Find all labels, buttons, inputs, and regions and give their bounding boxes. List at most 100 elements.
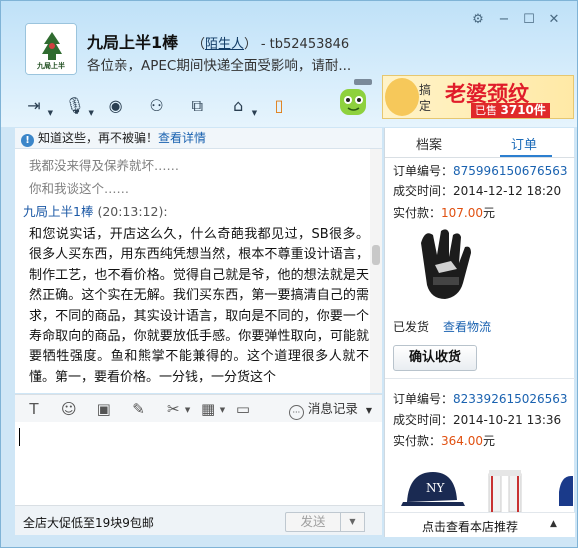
- contact-relation: （陌生人）: [192, 37, 257, 52]
- ad-sold-prefix: 已售: [475, 104, 497, 117]
- view-logistics-link[interactable]: 查看物流: [443, 318, 491, 335]
- order-time-row: 成交时间：2014-10-21 13:36: [393, 411, 561, 428]
- order-status: 已发货: [393, 320, 430, 334]
- notice-text: 知道这些，再不被骗！: [38, 131, 159, 145]
- order-number-label: 订单编号：: [393, 164, 454, 178]
- send-options-button[interactable]: ▼: [341, 512, 365, 532]
- mobile-button[interactable]: ▯: [266, 95, 292, 117]
- caret-up-icon: ▲: [550, 519, 557, 529]
- title-bar: 九局上半 九局上半1棒 （陌生人） - tb52453846 各位亲，APEC期…: [1, 1, 577, 127]
- robot-assistant-icon[interactable]: [334, 75, 374, 121]
- order-number-link[interactable]: 875996150676563: [453, 164, 568, 178]
- stranger-link[interactable]: 陌生人: [205, 37, 244, 52]
- emoji-button[interactable]: ☺: [58, 395, 80, 423]
- order-paid-row: 实付款：107.00元: [393, 204, 495, 221]
- order-time-label: 成交时间：: [393, 413, 454, 427]
- chat-scrollbar[interactable]: [370, 149, 382, 393]
- font-button[interactable]: T: [23, 395, 45, 423]
- ad-face-icon: [385, 78, 419, 116]
- order-number-label: 订单编号：: [393, 392, 454, 406]
- order-time: 2014-12-12 18:20: [453, 184, 562, 198]
- screenshot-button[interactable]: ✂ ▼: [162, 395, 190, 423]
- panel-tabs: 档案 订单: [385, 128, 575, 158]
- voice-button[interactable]: 🎙 ▼: [62, 95, 94, 117]
- shop-recommend-bar[interactable]: 点击查看本店推荐 ▲: [385, 512, 575, 537]
- minimize-icon[interactable]: −: [497, 13, 511, 27]
- video-button[interactable]: ◉: [103, 95, 129, 117]
- mobile-phone-icon: ▯: [274, 96, 284, 115]
- maximize-icon[interactable]: ☐: [522, 13, 536, 27]
- caret-down-icon: ▼: [184, 406, 191, 414]
- order-time-label: 成交时间：: [393, 184, 454, 198]
- screen-share-button[interactable]: ⧉: [184, 95, 210, 117]
- order-number-link[interactable]: 823392615026563: [453, 392, 568, 406]
- glove-product-image[interactable]: [393, 225, 563, 305]
- promo-text: 全店大促低至19块9包邮: [23, 516, 154, 530]
- open-paren: （: [191, 37, 205, 52]
- order-divider: [385, 378, 575, 379]
- settings-icon[interactable]: ⚙: [471, 13, 485, 27]
- order-time: 2014-10-21 13:36: [453, 413, 562, 427]
- caret-down-icon: ▼: [219, 406, 226, 414]
- input-toolbar: T ☺ ▣ ✎ ✂ ▼ ▦ ▼ ▭ ··· 消息记录 ▼: [15, 394, 382, 422]
- info-icon: !: [21, 134, 34, 147]
- avatar[interactable]: 九局上半: [25, 23, 77, 75]
- chat-toolbar: ⇥ ▼ 🎙 ▼ ◉ ⚇ ⧉ ⌂ ▼ ▯: [21, 95, 303, 119]
- svg-text:NY: NY: [426, 481, 446, 495]
- text-cursor: [19, 428, 20, 446]
- monitor-icon: ▭: [235, 400, 251, 418]
- transfer-file-button[interactable]: ⇥ ▼: [21, 95, 53, 117]
- order-paid-amount: 364.00: [441, 434, 484, 448]
- input-bottom-bar: 全店大促低至19块9包邮 发送 ▼: [15, 505, 382, 535]
- remote-assist-button[interactable]: ⌂ ▼: [225, 95, 257, 117]
- message-time: (20:13:12):: [97, 204, 168, 219]
- add-contact-button[interactable]: ⚇: [143, 95, 169, 117]
- edit-button[interactable]: ✎: [127, 395, 149, 423]
- image-button[interactable]: ▣: [93, 395, 115, 423]
- avatar-caption: 九局上半: [37, 62, 65, 70]
- caps-product-image[interactable]: NY: [393, 462, 573, 512]
- add-user-icon: ⚇: [149, 96, 164, 115]
- history-label: 消息记录: [307, 401, 358, 416]
- chat-window: 九局上半 九局上半1棒 （陌生人） - tb52453846 各位亲，APEC期…: [0, 0, 578, 548]
- font-icon: T: [29, 400, 39, 418]
- message-sender[interactable]: 九局上半1棒: [23, 204, 93, 219]
- robot-tool-icon: ⌂: [233, 96, 244, 115]
- caret-down-icon: ▼: [47, 109, 53, 117]
- message-header: 九局上半1棒 (20:13:12):: [23, 201, 168, 220]
- quick-phrase-button[interactable]: ▦ ▼: [197, 395, 225, 423]
- send-button[interactable]: 发送: [285, 512, 341, 532]
- ad-sold-badge: 已售 3710件: [471, 103, 550, 118]
- tab-archive[interactable]: 档案: [416, 134, 442, 153]
- ad-tagline: 搞定: [419, 83, 432, 113]
- ad-banner[interactable]: 搞定 老婆颈纹 已售 3710件: [382, 75, 574, 119]
- file-transfer-icon: ⇥: [27, 96, 41, 115]
- message-body: 和您说实话，开店这么久，什么奇葩我都见过，SB很多。很多人买东西，用东西纯凭想当…: [29, 227, 369, 385]
- caret-down-icon: ▼: [365, 406, 372, 415]
- tab-orders[interactable]: 订单: [511, 134, 537, 153]
- notice-details-link[interactable]: 查看详情: [158, 131, 206, 145]
- caret-down-icon: ▼: [349, 517, 356, 526]
- contact-name[interactable]: 九局上半1棒: [87, 33, 178, 52]
- scrollbar-thumb[interactable]: [372, 245, 380, 265]
- order-paid-label: 实付款：: [393, 206, 442, 220]
- order-paid-amount: 107.00: [441, 206, 484, 220]
- caret-down-icon: ▼: [251, 109, 258, 117]
- monitor-button[interactable]: ▭: [232, 395, 254, 423]
- order-time-row: 成交时间：2014-12-12 18:20: [393, 182, 561, 199]
- edit-icon: ✎: [132, 400, 145, 418]
- table-icon: ▦: [201, 400, 216, 418]
- camera-icon: ◉: [108, 96, 123, 115]
- chat-history[interactable]: 我都没来得及保养就坏…… 你和我谈这个…… 九局上半1棒 (20:13:12):…: [15, 149, 382, 393]
- close-icon[interactable]: ✕: [547, 13, 561, 27]
- message-history-button[interactable]: ··· 消息记录 ▼: [288, 395, 372, 423]
- history-icon: ···: [288, 405, 304, 420]
- order-paid-unit: 元: [483, 206, 496, 220]
- caret-down-icon: ▼: [88, 109, 94, 117]
- order-panel: 档案 订单 订单编号：875996150676563 成交时间：2014-12-…: [384, 128, 575, 537]
- contact-signature: 各位亲，APEC期间快递全面受影响，请耐...: [87, 58, 352, 74]
- contact-name-row: 九局上半1棒 （陌生人） - tb52453846: [87, 29, 349, 53]
- order-paid-unit: 元: [483, 434, 496, 448]
- confirm-receipt-button[interactable]: 确认收货: [393, 345, 477, 371]
- message-input[interactable]: [15, 422, 382, 505]
